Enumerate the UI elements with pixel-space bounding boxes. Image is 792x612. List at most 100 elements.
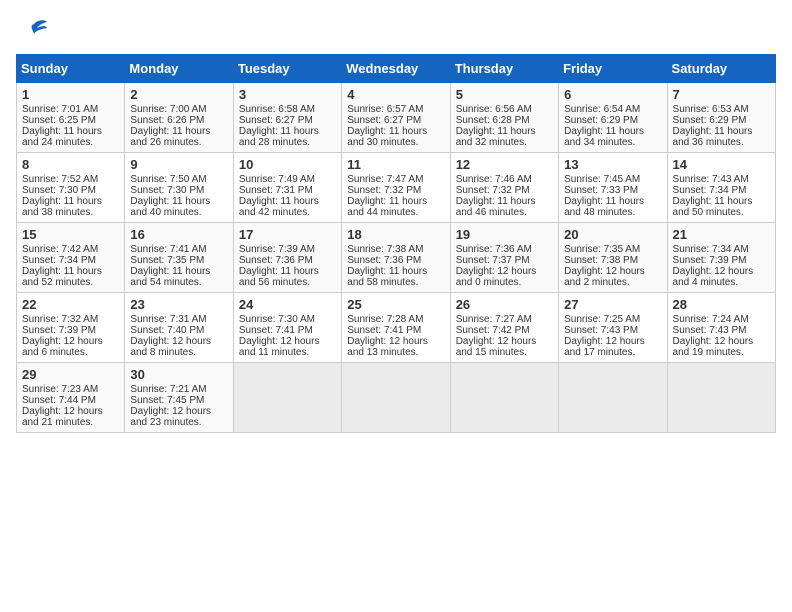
calendar-cell: 10Sunrise: 7:49 AMSunset: 7:31 PMDayligh… xyxy=(233,153,341,223)
day-info-line: Daylight: 12 hours xyxy=(456,266,553,277)
day-info-line: Sunrise: 7:39 AM xyxy=(239,244,336,255)
calendar-header-row: SundayMondayTuesdayWednesdayThursdayFrid… xyxy=(17,55,776,83)
calendar-cell: 29Sunrise: 7:23 AMSunset: 7:44 PMDayligh… xyxy=(17,363,125,433)
day-info-line: Sunset: 7:32 PM xyxy=(347,185,444,196)
calendar-cell: 4Sunrise: 6:57 AMSunset: 6:27 PMDaylight… xyxy=(342,83,450,153)
calendar-cell: 13Sunrise: 7:45 AMSunset: 7:33 PMDayligh… xyxy=(559,153,667,223)
day-info-line: Daylight: 11 hours xyxy=(673,126,770,137)
day-info-line: Sunset: 7:45 PM xyxy=(130,395,227,406)
day-info-line: and 52 minutes. xyxy=(22,277,119,288)
day-info-line: and 2 minutes. xyxy=(564,277,661,288)
day-info-line: and 26 minutes. xyxy=(130,137,227,148)
calendar-cell: 3Sunrise: 6:58 AMSunset: 6:27 PMDaylight… xyxy=(233,83,341,153)
day-info-line: Daylight: 12 hours xyxy=(130,336,227,347)
day-info-line: and 32 minutes. xyxy=(456,137,553,148)
calendar-cell xyxy=(450,363,558,433)
day-info-line: and 36 minutes. xyxy=(673,137,770,148)
day-number: 12 xyxy=(456,157,553,172)
day-info-line: Sunrise: 7:28 AM xyxy=(347,314,444,325)
day-info-line: Sunrise: 6:57 AM xyxy=(347,104,444,115)
day-number: 20 xyxy=(564,227,661,242)
day-number: 1 xyxy=(22,87,119,102)
day-info-line: Daylight: 12 hours xyxy=(22,406,119,417)
day-info-line: Daylight: 12 hours xyxy=(673,336,770,347)
day-info-line: Sunset: 7:34 PM xyxy=(22,255,119,266)
day-info-line: Sunrise: 7:47 AM xyxy=(347,174,444,185)
day-info-line: Sunrise: 7:52 AM xyxy=(22,174,119,185)
calendar-cell: 26Sunrise: 7:27 AMSunset: 7:42 PMDayligh… xyxy=(450,293,558,363)
day-info-line: Sunrise: 6:58 AM xyxy=(239,104,336,115)
day-info-line: and 17 minutes. xyxy=(564,347,661,358)
day-of-week-header: Tuesday xyxy=(233,55,341,83)
calendar-cell: 6Sunrise: 6:54 AMSunset: 6:29 PMDaylight… xyxy=(559,83,667,153)
calendar-cell: 1Sunrise: 7:01 AMSunset: 6:25 PMDaylight… xyxy=(17,83,125,153)
day-info-line: Sunset: 6:29 PM xyxy=(673,115,770,126)
day-info-line: Sunset: 7:44 PM xyxy=(22,395,119,406)
day-number: 2 xyxy=(130,87,227,102)
day-number: 3 xyxy=(239,87,336,102)
day-info-line: Sunrise: 7:23 AM xyxy=(22,384,119,395)
calendar-table: SundayMondayTuesdayWednesdayThursdayFrid… xyxy=(16,54,776,433)
calendar-cell: 8Sunrise: 7:52 AMSunset: 7:30 PMDaylight… xyxy=(17,153,125,223)
day-info-line: Sunrise: 7:21 AM xyxy=(130,384,227,395)
calendar-cell: 14Sunrise: 7:43 AMSunset: 7:34 PMDayligh… xyxy=(667,153,775,223)
day-info-line: Sunrise: 7:45 AM xyxy=(564,174,661,185)
calendar-cell: 9Sunrise: 7:50 AMSunset: 7:30 PMDaylight… xyxy=(125,153,233,223)
day-info-line: and 38 minutes. xyxy=(22,207,119,218)
day-info-line: and 54 minutes. xyxy=(130,277,227,288)
day-info-line: Sunset: 6:28 PM xyxy=(456,115,553,126)
day-info-line: Daylight: 11 hours xyxy=(673,196,770,207)
day-info-line: and 19 minutes. xyxy=(673,347,770,358)
day-info-line: and 15 minutes. xyxy=(456,347,553,358)
day-number: 15 xyxy=(22,227,119,242)
day-info-line: Daylight: 11 hours xyxy=(239,266,336,277)
day-info-line: Daylight: 11 hours xyxy=(22,126,119,137)
day-info-line: and 0 minutes. xyxy=(456,277,553,288)
day-info-line: Sunrise: 6:53 AM xyxy=(673,104,770,115)
day-of-week-header: Monday xyxy=(125,55,233,83)
calendar-cell: 18Sunrise: 7:38 AMSunset: 7:36 PMDayligh… xyxy=(342,223,450,293)
day-info-line: Sunset: 7:33 PM xyxy=(564,185,661,196)
day-number: 6 xyxy=(564,87,661,102)
day-of-week-header: Wednesday xyxy=(342,55,450,83)
day-info-line: Daylight: 12 hours xyxy=(239,336,336,347)
day-info-line: Daylight: 11 hours xyxy=(347,126,444,137)
day-number: 19 xyxy=(456,227,553,242)
day-info-line: Daylight: 11 hours xyxy=(564,126,661,137)
calendar-cell: 11Sunrise: 7:47 AMSunset: 7:32 PMDayligh… xyxy=(342,153,450,223)
day-info-line: Daylight: 11 hours xyxy=(347,196,444,207)
calendar-week-row: 15Sunrise: 7:42 AMSunset: 7:34 PMDayligh… xyxy=(17,223,776,293)
day-info-line: Daylight: 11 hours xyxy=(347,266,444,277)
day-of-week-header: Thursday xyxy=(450,55,558,83)
day-info-line: Daylight: 11 hours xyxy=(22,266,119,277)
day-number: 14 xyxy=(673,157,770,172)
day-number: 17 xyxy=(239,227,336,242)
day-info-line: and 50 minutes. xyxy=(673,207,770,218)
day-info-line: Sunset: 7:42 PM xyxy=(456,325,553,336)
calendar-cell: 21Sunrise: 7:34 AMSunset: 7:39 PMDayligh… xyxy=(667,223,775,293)
day-info-line: Sunrise: 7:36 AM xyxy=(456,244,553,255)
calendar-week-row: 8Sunrise: 7:52 AMSunset: 7:30 PMDaylight… xyxy=(17,153,776,223)
day-info-line: Sunrise: 7:24 AM xyxy=(673,314,770,325)
day-info-line: Sunrise: 7:35 AM xyxy=(564,244,661,255)
day-info-line: Sunrise: 7:00 AM xyxy=(130,104,227,115)
day-info-line: Daylight: 11 hours xyxy=(130,126,227,137)
day-info-line: Sunset: 6:25 PM xyxy=(22,115,119,126)
calendar-cell: 7Sunrise: 6:53 AMSunset: 6:29 PMDaylight… xyxy=(667,83,775,153)
day-info-line: Daylight: 12 hours xyxy=(673,266,770,277)
day-info-line: Sunrise: 6:56 AM xyxy=(456,104,553,115)
day-info-line: Sunset: 7:30 PM xyxy=(130,185,227,196)
day-info-line: and 28 minutes. xyxy=(239,137,336,148)
day-info-line: Sunset: 7:31 PM xyxy=(239,185,336,196)
day-info-line: Daylight: 11 hours xyxy=(239,126,336,137)
day-info-line: Sunrise: 7:30 AM xyxy=(239,314,336,325)
calendar-cell: 5Sunrise: 6:56 AMSunset: 6:28 PMDaylight… xyxy=(450,83,558,153)
day-number: 18 xyxy=(347,227,444,242)
day-info-line: and 58 minutes. xyxy=(347,277,444,288)
calendar-cell: 24Sunrise: 7:30 AMSunset: 7:41 PMDayligh… xyxy=(233,293,341,363)
calendar-cell xyxy=(559,363,667,433)
day-number: 21 xyxy=(673,227,770,242)
day-info-line: Sunset: 7:39 PM xyxy=(22,325,119,336)
day-info-line: Daylight: 12 hours xyxy=(564,266,661,277)
day-info-line: Sunset: 7:35 PM xyxy=(130,255,227,266)
